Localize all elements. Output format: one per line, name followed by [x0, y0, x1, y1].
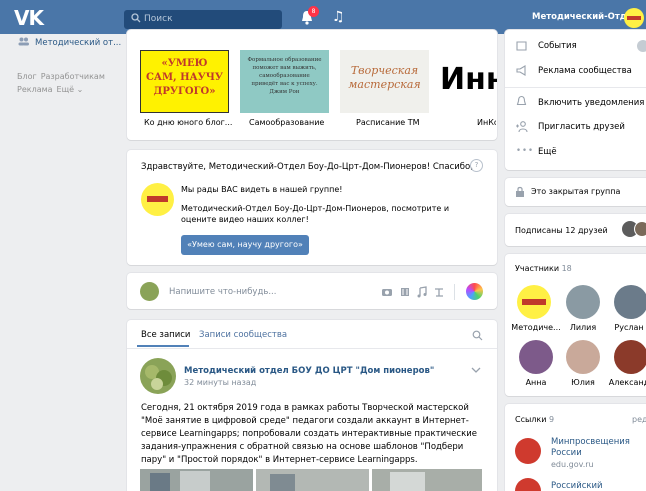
- menu-events[interactable]: События: [538, 41, 577, 51]
- tab-all-posts[interactable]: Все записи: [141, 330, 190, 340]
- help-icon[interactable]: ?: [470, 159, 483, 172]
- link-avatar[interactable]: [515, 438, 541, 464]
- links-edit[interactable]: ред: [632, 415, 646, 424]
- video-thumb[interactable]: Творческая мастерская: [340, 50, 429, 113]
- link-developers[interactable]: Разработчикам: [41, 72, 105, 81]
- menu-ads[interactable]: Реклама сообщества: [538, 66, 632, 76]
- search-input[interactable]: Поиск: [124, 10, 282, 29]
- post-avatar[interactable]: [140, 358, 176, 394]
- member-avatar[interactable]: [517, 285, 551, 319]
- bell-icon: [516, 95, 527, 106]
- add-user-icon: [516, 121, 528, 133]
- friends-subscribed[interactable]: Подписаны 12 друзей: [515, 226, 608, 235]
- info-icon[interactable]: [637, 40, 646, 52]
- article-icon[interactable]: [433, 286, 445, 298]
- links-count: 9: [549, 415, 555, 424]
- music-icon[interactable]: [416, 286, 428, 298]
- video-caption[interactable]: Расписание ТМ: [356, 118, 420, 127]
- welcome-button[interactable]: «Умею сам, научу другого»: [181, 235, 309, 255]
- tab-underline: [137, 345, 189, 347]
- member-avatar[interactable]: [566, 285, 600, 319]
- link-ads[interactable]: Реклама: [17, 85, 53, 94]
- megaphone-icon: [516, 65, 526, 76]
- video-caption[interactable]: Ко дню юного блог...: [144, 118, 232, 127]
- members-title-label: Участники: [515, 264, 560, 273]
- color-circle-icon[interactable]: [466, 283, 483, 300]
- avatar: [140, 282, 159, 301]
- search-icon: [131, 13, 141, 23]
- music-icon[interactable]: ♫: [332, 10, 345, 24]
- member-name[interactable]: Александ: [601, 378, 646, 387]
- composer-divider: [454, 284, 455, 300]
- member-avatar[interactable]: [566, 340, 600, 374]
- calendar-icon: [516, 41, 527, 51]
- member-avatar[interactable]: [614, 340, 646, 374]
- footer-links: Блог Разработчикам Реклама Ещё ⌄: [17, 70, 109, 96]
- camera-icon[interactable]: [381, 286, 393, 298]
- lock-icon: [516, 186, 524, 197]
- divider: [505, 87, 646, 88]
- groups-icon: [18, 37, 29, 46]
- link-more[interactable]: Ещё ⌄: [57, 85, 84, 94]
- community-logo: [141, 183, 174, 216]
- menu-notifications[interactable]: Включить уведомления: [538, 98, 644, 108]
- video-thumb-text: «УМЕЮ САМ, НАУЧУ ДРУГОГО»: [145, 58, 224, 97]
- search-icon[interactable]: [472, 330, 483, 341]
- closed-group-label: Это закрытая группа: [531, 187, 621, 196]
- user-name[interactable]: Методический-Отдел: [532, 12, 639, 22]
- sidebar-item-label: Методический от...: [35, 38, 122, 48]
- menu-more[interactable]: Ещё: [538, 147, 557, 157]
- member-avatar[interactable]: [519, 340, 553, 374]
- video-thumb[interactable]: «УМЕЮ САМ, НАУЧУ ДРУГОГО»: [140, 50, 229, 113]
- members-title[interactable]: Участники 18: [515, 264, 572, 273]
- welcome-greeting: Здравствуйте, Методический-Отдел Боу-До-…: [141, 162, 473, 172]
- member-name[interactable]: Руслан: [601, 323, 646, 332]
- link-blog[interactable]: Блог: [17, 72, 37, 81]
- post-text: Сегодня, 21 октября 2019 года в рамках р…: [141, 403, 477, 465]
- video-thumb[interactable]: Формальное образование поможет вам выжит…: [240, 50, 329, 113]
- welcome-line-2: Методический-Отдел Боу-До-Црт-Дом-Пионер…: [181, 204, 450, 224]
- post-author[interactable]: Методический отдел БОУ ДО ЦРТ "Дом пионе…: [184, 366, 434, 376]
- post-input[interactable]: Напишите что-нибудь...: [169, 287, 276, 297]
- notification-badge: 8: [308, 6, 319, 17]
- video-icon[interactable]: [399, 286, 411, 298]
- video-caption[interactable]: Самообразование: [249, 118, 324, 127]
- avatar[interactable]: [624, 8, 644, 28]
- video-caption[interactable]: ИнКо: [477, 118, 496, 127]
- tab-community-posts[interactable]: Записи сообщества: [199, 330, 287, 340]
- more-dots-icon: •••: [516, 146, 535, 156]
- menu-invite-friends[interactable]: Пригласить друзей: [538, 122, 625, 132]
- members-count: 18: [561, 264, 572, 273]
- links-title-label: Ссылки: [515, 415, 547, 424]
- post-photos[interactable]: [140, 469, 482, 491]
- chevron-down-icon[interactable]: [471, 367, 481, 373]
- sidebar-item-groups[interactable]: Методический от...: [18, 37, 121, 48]
- video-thumb[interactable]: Инн: [440, 50, 497, 113]
- member-avatar[interactable]: [614, 285, 646, 319]
- vk-logo[interactable]: VK: [14, 6, 44, 30]
- post-time[interactable]: 32 минуты назад: [184, 378, 256, 387]
- search-placeholder: Поиск: [144, 14, 173, 24]
- welcome-line-1: Мы рады ВАС видеть в нашей группе!: [181, 185, 343, 194]
- video-thumb-text: Творческая мастерская: [348, 64, 421, 91]
- link-title[interactable]: Минпросвещения России: [551, 437, 641, 459]
- video-thumb-text: Инн: [440, 62, 497, 97]
- video-thumb-text: Формальное образование поможет вам выжит…: [247, 57, 322, 95]
- divider: [127, 348, 497, 349]
- friend-avatar[interactable]: [634, 221, 646, 237]
- link-url: edu.gov.ru: [551, 460, 594, 469]
- link-title[interactable]: Российский: [551, 481, 603, 491]
- links-title[interactable]: Ссылки 9: [515, 415, 554, 424]
